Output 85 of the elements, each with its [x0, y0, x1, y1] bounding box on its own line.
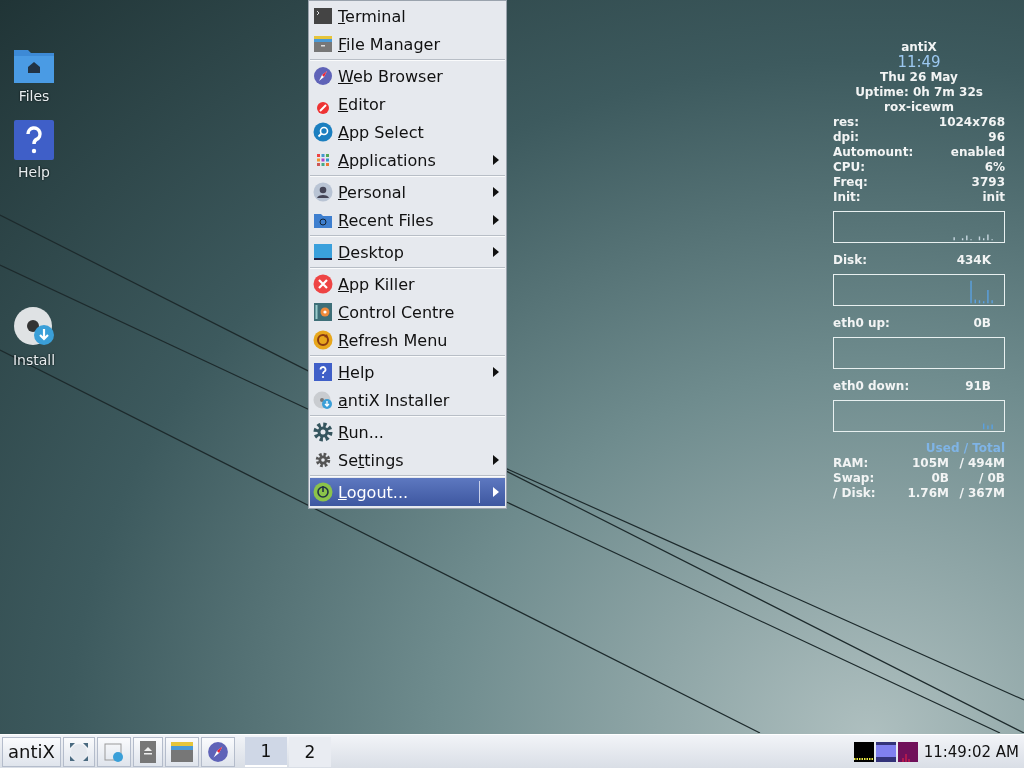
cpu-monitor-icon[interactable]: [853, 741, 874, 762]
menu-item[interactable]: Help: [310, 358, 505, 386]
menu-item[interactable]: Personal: [310, 178, 505, 206]
menu-item[interactable]: App Killer: [310, 270, 505, 298]
user-icon: [313, 182, 333, 202]
session-text: rox-icewm: [883, 100, 955, 115]
uptime-text: Uptime: 0h 7m 32s: [854, 85, 984, 100]
used-value: 0B: [930, 471, 949, 486]
menu-item[interactable]: File Manager: [310, 30, 505, 58]
expand-icon: [68, 741, 89, 762]
menu-item[interactable]: Editor: [310, 90, 505, 118]
eject-icon: [139, 740, 156, 763]
settings-icon: [313, 450, 333, 470]
stat-value: 0B: [973, 316, 991, 331]
stat-value: 3793: [971, 175, 1005, 190]
stat-label: CPU:: [833, 160, 866, 175]
menu-item[interactable]: Applications: [310, 146, 505, 174]
icon-label: Files: [18, 88, 50, 104]
stat-value: 91B: [965, 379, 991, 394]
stat-label: Init:: [833, 190, 861, 205]
used-value: 105M: [911, 456, 949, 471]
menu-item[interactable]: Web Browser: [310, 62, 505, 90]
terminal-icon: [313, 6, 333, 26]
menu-item[interactable]: Desktop: [310, 238, 505, 266]
power-icon: [313, 482, 333, 502]
total-value: / 367M: [958, 486, 1005, 501]
workspace-button[interactable]: 2: [288, 736, 331, 767]
taskbar-clock[interactable]: 11:49:02 AM: [923, 742, 1019, 761]
stat-value: init: [982, 190, 1005, 205]
icon-label: Install: [12, 352, 56, 368]
stat-value: 434K: [956, 253, 991, 268]
total-value: / 494M: [958, 456, 1005, 471]
used-value: 1.76M: [906, 486, 949, 501]
stat-label: Disk:: [833, 253, 867, 268]
stat-label: res:: [833, 115, 859, 130]
close-icon: [313, 274, 333, 294]
menu-item[interactable]: Logout...: [310, 478, 505, 506]
usage-header: Used / Total: [924, 441, 1005, 456]
stat-label: Freq:: [833, 175, 868, 190]
control-panel-icon: [313, 302, 333, 322]
stat-label: eth0 up:: [833, 316, 890, 331]
stat-label: Swap:: [833, 471, 876, 486]
stat-label: Automount:: [833, 145, 914, 160]
menu-item[interactable]: App Select: [310, 118, 505, 146]
stat-label: dpi:: [833, 130, 860, 145]
menu-item[interactable]: Terminal: [310, 2, 505, 30]
stat-value: 1024x768: [938, 115, 1005, 130]
compass-icon: [206, 740, 229, 763]
menu-item[interactable]: Recent Files: [310, 206, 505, 234]
network-monitor-icon[interactable]: [897, 741, 918, 762]
help-icon: [313, 362, 333, 382]
file-manager-button[interactable]: [164, 736, 199, 767]
gear-icon: [313, 422, 333, 442]
menu-item[interactable]: Control Centre: [310, 298, 505, 326]
folder-icon: [313, 34, 333, 54]
stat-label: eth0 down:: [833, 379, 910, 394]
start-button[interactable]: antiX: [2, 736, 61, 767]
stat-value: enabled: [950, 145, 1005, 160]
time-text: 11:49: [896, 55, 942, 70]
total-value: / 0B: [977, 471, 1005, 486]
menu-item[interactable]: Settings: [310, 446, 505, 474]
stat-label: / Disk:: [833, 486, 877, 501]
eject-button[interactable]: [132, 736, 163, 767]
folder-icon: [170, 741, 193, 762]
disc-download-icon: [313, 390, 333, 410]
stat-value: 6%: [984, 160, 1005, 175]
icon-label: Help: [18, 164, 50, 180]
desktop-icon: [313, 242, 333, 262]
workspace-button[interactable]: 1: [244, 736, 287, 767]
stat-value: 96: [988, 130, 1005, 145]
search-icon: [313, 122, 333, 142]
refresh-icon: [313, 330, 333, 350]
menu-item[interactable]: antiX Installer: [310, 386, 505, 414]
disc-download-icon[interactable]: [13, 306, 55, 348]
help-icon[interactable]: [14, 120, 54, 160]
browser-button[interactable]: [200, 736, 235, 767]
installer-button[interactable]: [96, 736, 131, 767]
compass-icon: [313, 66, 333, 86]
date-text: Thu 26 May: [879, 70, 959, 85]
menu-item[interactable]: Run...: [310, 418, 505, 446]
menu-item[interactable]: Refresh Menu: [310, 326, 505, 354]
show-desktop-button[interactable]: [62, 736, 95, 767]
system-name: antiX: [900, 40, 938, 55]
stat-label: RAM:: [833, 456, 870, 471]
memory-monitor-icon[interactable]: [875, 741, 896, 762]
